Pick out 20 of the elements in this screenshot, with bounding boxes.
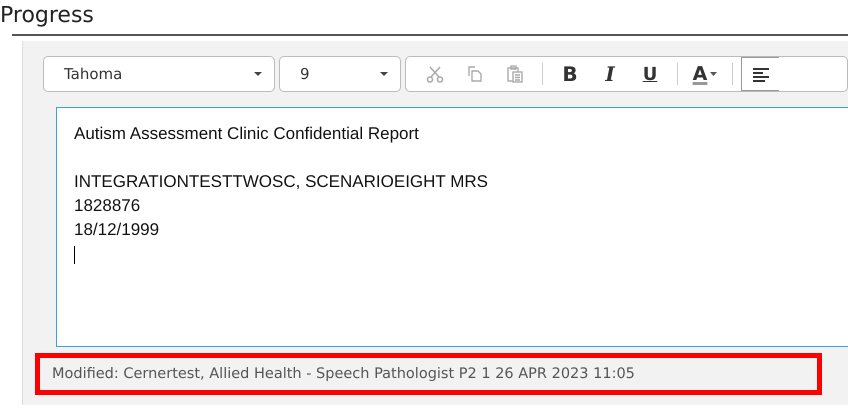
caret-icon <box>710 72 718 76</box>
text-line: INTEGRATIONTESTTWOSC, SCENARIOEIGHT MRS <box>74 171 490 193</box>
scissors-icon <box>425 64 445 84</box>
text-editor[interactable]: Autism Assessment Clinic Confidential Report INTEGRATIONTESTTWOSC, SCENARIOEIGHT MRS 1828876 18/12/1999 <box>56 107 848 347</box>
font-dropdown[interactable]: Tahoma <box>43 56 275 92</box>
modified-info: Modified: Cernertest, Allied Health - Speech Pathologist P2 1 26 APR 2023 11:05 <box>35 353 822 395</box>
font-color-button[interactable]: A <box>686 57 724 91</box>
italic-button[interactable]: I <box>591 57 629 91</box>
underline-button[interactable]: U <box>631 57 669 91</box>
text-line: 1828876 <box>74 195 142 217</box>
clipboard-icon <box>505 64 525 84</box>
caret-icon <box>254 72 262 76</box>
caret-icon <box>380 72 388 76</box>
font-size-dropdown[interactable]: 9 <box>279 56 401 92</box>
report-heading: Autism Assessment Clinic Confidential Report <box>74 123 420 145</box>
align-left-button[interactable] <box>741 57 779 91</box>
page-title: Progress <box>0 2 95 30</box>
align-left-icon <box>752 66 770 82</box>
bold-button[interactable]: B <box>551 57 589 91</box>
text-line: 18/12/1999 <box>74 219 160 241</box>
